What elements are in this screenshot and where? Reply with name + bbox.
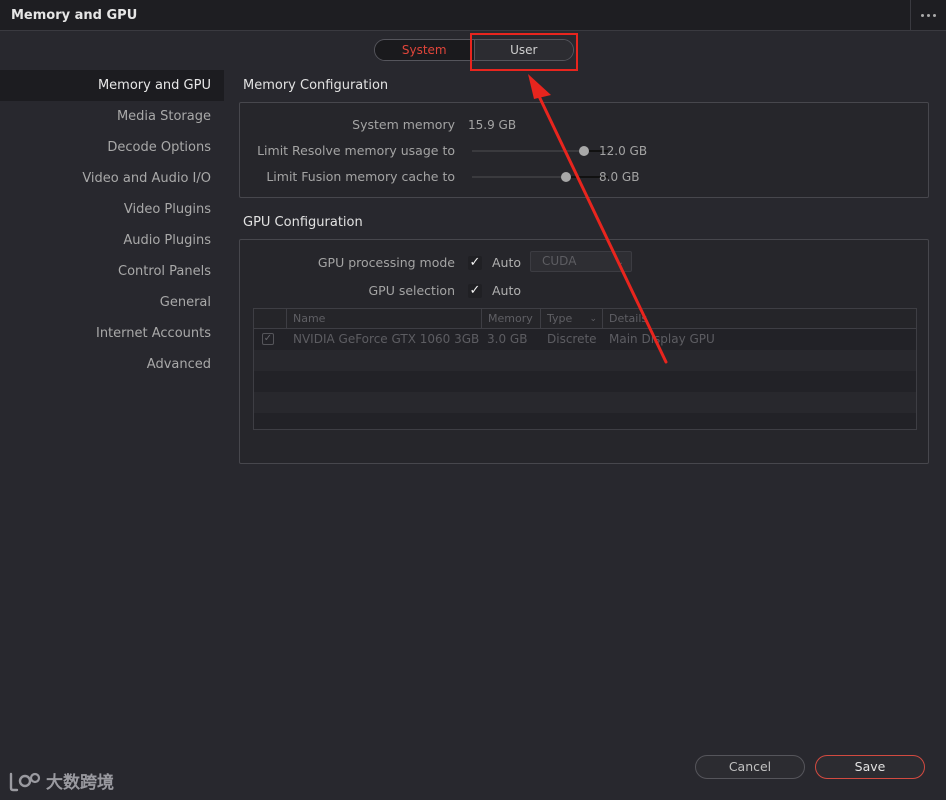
save-button[interactable]: Save bbox=[815, 755, 925, 779]
tab-user[interactable]: User bbox=[473, 40, 573, 60]
slider-handle[interactable] bbox=[560, 172, 571, 182]
column-type-label: Type bbox=[547, 312, 573, 325]
sidebar-item-advanced[interactable]: Advanced bbox=[0, 349, 224, 380]
fusion-cache-label: Limit Fusion memory cache to bbox=[266, 169, 455, 184]
cancel-button[interactable]: Cancel bbox=[695, 755, 805, 779]
gpu-memory-cell: 3.0 GB bbox=[487, 332, 528, 346]
window-title: Memory and GPU bbox=[11, 8, 138, 23]
watermark-logo-icon bbox=[9, 772, 41, 791]
sidebar-item-decode-options[interactable]: Decode Options bbox=[0, 132, 224, 163]
gpu-table-header: Name Memory Type ⌄ Details bbox=[254, 309, 916, 329]
slider-fill bbox=[472, 176, 566, 178]
table-row[interactable]: ✓ NVIDIA GeForce GTX 1060 3GB 3.0 GB Dis… bbox=[254, 329, 916, 350]
chevron-down-icon: ⌄ bbox=[589, 314, 597, 324]
fusion-cache-slider[interactable] bbox=[472, 172, 608, 182]
column-details[interactable]: Details bbox=[602, 309, 916, 329]
gpu-type-cell: Discrete bbox=[547, 332, 597, 346]
watermark-text: 大数跨境 bbox=[46, 773, 114, 793]
table-row-empty bbox=[254, 350, 916, 371]
system-memory-label: System memory bbox=[352, 117, 455, 132]
gpu-mode-select[interactable]: CUDA ⌄ bbox=[530, 251, 632, 272]
sidebar-item-general[interactable]: General bbox=[0, 287, 224, 318]
table-row-empty bbox=[254, 392, 916, 413]
memory-section-title: Memory Configuration bbox=[243, 78, 389, 93]
gpu-name-cell: NVIDIA GeForce GTX 1060 3GB bbox=[293, 332, 480, 346]
gpu-mode-auto-label: Auto bbox=[492, 255, 522, 270]
sidebar-item-internet-accounts[interactable]: Internet Accounts bbox=[0, 318, 224, 349]
title-bar: Memory and GPU bbox=[0, 0, 946, 31]
table-row-empty bbox=[254, 371, 916, 392]
watermark: 大数跨境 bbox=[8, 768, 114, 793]
fusion-cache-value: 8.0 GB bbox=[599, 170, 640, 184]
resolve-memory-value: 12.0 GB bbox=[599, 144, 648, 158]
column-memory[interactable]: Memory bbox=[481, 309, 540, 329]
gpu-selection-auto-label: Auto bbox=[492, 283, 522, 298]
gpu-selection-label: GPU selection bbox=[368, 283, 455, 298]
resolve-memory-slider[interactable] bbox=[472, 146, 608, 156]
gpu-mode-label: GPU processing mode bbox=[317, 255, 455, 270]
resolve-memory-label: Limit Resolve memory usage to bbox=[257, 143, 455, 158]
memory-panel: System memory 15.9 GB Limit Resolve memo… bbox=[239, 102, 929, 198]
scope-toggle: System User bbox=[374, 39, 574, 61]
sidebar-item-memory-and-gpu[interactable]: Memory and GPU bbox=[0, 70, 224, 101]
slider-handle[interactable] bbox=[578, 146, 589, 156]
gpu-section-title: GPU Configuration bbox=[243, 215, 363, 230]
column-name[interactable]: Name bbox=[286, 309, 481, 329]
sidebar-item-audio-plugins[interactable]: Audio Plugins bbox=[0, 225, 224, 256]
slider-fill bbox=[472, 150, 584, 152]
gpu-selection-auto-checkbox[interactable]: ✓ bbox=[468, 284, 482, 298]
sidebar-item-control-panels[interactable]: Control Panels bbox=[0, 256, 224, 287]
gpu-mode-select-value: CUDA bbox=[542, 254, 577, 268]
system-memory-value: 15.9 GB bbox=[468, 118, 517, 132]
gpu-table: Name Memory Type ⌄ Details ✓ NVIDIA GeFor… bbox=[253, 308, 917, 430]
sidebar-item-video-audio-io[interactable]: Video and Audio I/O bbox=[0, 163, 224, 194]
more-options-icon[interactable] bbox=[910, 0, 946, 31]
column-type[interactable]: Type ⌄ bbox=[540, 309, 602, 329]
gpu-mode-auto-checkbox[interactable]: ✓ bbox=[468, 256, 482, 270]
gpu-details-cell: Main Display GPU bbox=[609, 332, 715, 346]
sidebar: Memory and GPU Media Storage Decode Opti… bbox=[0, 70, 224, 380]
gpu-panel: GPU processing mode ✓ Auto CUDA ⌄ GPU se… bbox=[239, 239, 929, 464]
sidebar-item-video-plugins[interactable]: Video Plugins bbox=[0, 194, 224, 225]
sidebar-item-media-storage[interactable]: Media Storage bbox=[0, 101, 224, 132]
chevron-down-icon: ⌄ bbox=[615, 257, 624, 268]
gpu-row-checkbox[interactable]: ✓ bbox=[262, 333, 274, 345]
tab-system[interactable]: System bbox=[375, 40, 474, 60]
